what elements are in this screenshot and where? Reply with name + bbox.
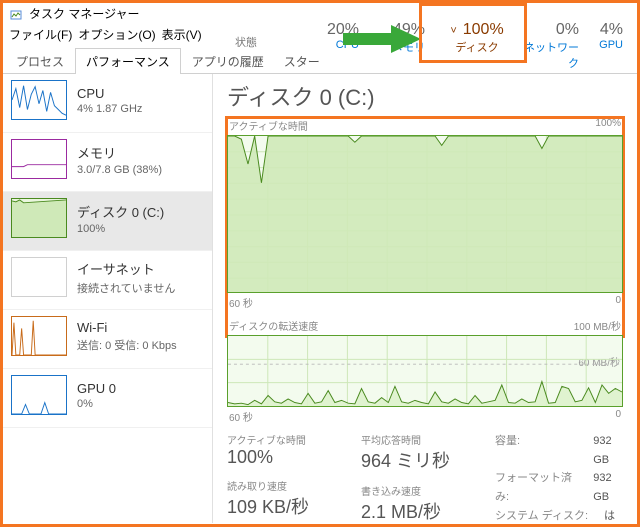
chart2-area: 60 MB/秒 <box>227 335 623 407</box>
stat-sysdisk-key: システム ディスク: <box>495 507 592 523</box>
chart2-right: 100 MB/秒 <box>574 318 621 333</box>
stat-formatted-val: 932 GB <box>593 469 625 506</box>
sidebar: CPU 4% 1.87 GHz メモリ 3.0/7.8 GB (38%) <box>3 74 213 523</box>
task-manager-window: タスク マネージャー ファイル(F) オプション(O) 表示(V) 状態 20%… <box>0 0 640 527</box>
gpu-thumb <box>11 375 67 415</box>
main-panel: ディスク 0 (C:) アクティブな時間 100% <box>213 74 637 523</box>
meter-disk-name: ディスク <box>433 39 521 55</box>
sidebar-item-memory[interactable]: メモリ 3.0/7.8 GB (38%) <box>3 133 212 192</box>
chart2-foot-left: 60 秒 <box>229 409 253 424</box>
app-icon <box>9 7 23 21</box>
stat-write-value: 2.1 MB/秒 <box>361 498 481 523</box>
main-heading: ディスク 0 (C:) <box>227 80 637 112</box>
sidebar-memory-sub: 3.0/7.8 GB (38%) <box>77 164 162 176</box>
stat-resp-label: 平均応答時間 <box>361 432 481 447</box>
stat-sysdisk-val: はい <box>604 507 625 523</box>
stat-active-value: 100% <box>227 447 347 468</box>
sidebar-wifi-title: Wi-Fi <box>77 320 177 335</box>
chart1-title: アクティブな時間 <box>229 118 308 133</box>
ethernet-thumb <box>11 257 67 297</box>
body: CPU 4% 1.87 GHz メモリ 3.0/7.8 GB (38%) <box>3 74 637 523</box>
stats-col-2: 平均応答時間 964 ミリ秒 書き込み速度 2.1 MB/秒 <box>361 432 481 523</box>
chart1-area <box>227 135 623 293</box>
sidebar-ethernet-title: イーサネット <box>77 259 175 278</box>
meter-network-pct: 0% <box>521 21 579 39</box>
tab-startup[interactable]: スター <box>275 48 329 74</box>
stat-active-label: アクティブな時間 <box>227 432 347 447</box>
sidebar-gpu-title: GPU 0 <box>77 381 116 396</box>
stat-write-label: 書き込み速度 <box>361 483 481 498</box>
sidebar-memory-title: メモリ <box>77 143 162 162</box>
sidebar-gpu-sub: 0% <box>77 398 116 410</box>
sidebar-disk-title: ディスク 0 (C:) <box>77 202 164 221</box>
meter-network[interactable]: 0% ネットワーク <box>521 21 587 71</box>
sidebar-disk-sub: 100% <box>77 223 164 235</box>
sidebar-cpu-title: CPU <box>77 86 142 101</box>
sidebar-item-ethernet[interactable]: イーサネット 接続されていません <box>3 251 212 310</box>
tab-performance[interactable]: パフォーマンス <box>75 48 181 74</box>
menu-file[interactable]: ファイル(F) <box>9 26 72 43</box>
stat-read-label: 読み取り速度 <box>227 478 347 493</box>
sidebar-wifi-sub: 送信: 0 受信: 0 Kbps <box>77 337 177 353</box>
stats: アクティブな時間 100% 読み取り速度 109 KB/秒 平均応答時間 964… <box>227 432 623 523</box>
meter-network-name: ネットワーク <box>521 39 579 71</box>
chart-transfer: ディスクの転送速度 100 MB/秒 60 MB/秒 <box>227 318 623 426</box>
sidebar-item-gpu[interactable]: GPU 0 0% <box>3 369 212 428</box>
wifi-thumb <box>11 316 67 356</box>
chevron-down-icon: ˅ <box>450 25 456 37</box>
cpu-thumb <box>11 80 67 120</box>
tab-app-history[interactable]: アプリの履歴 <box>183 48 273 74</box>
chart1-foot-right: 0 <box>615 295 621 310</box>
sidebar-cpu-sub: 4% 1.87 GHz <box>77 103 142 115</box>
sidebar-item-cpu[interactable]: CPU 4% 1.87 GHz <box>3 74 212 133</box>
meter-disk[interactable]: ˅ 100% ディスク <box>433 21 521 71</box>
stat-capacity-val: 932 GB <box>593 432 625 469</box>
sidebar-item-wifi[interactable]: Wi-Fi 送信: 0 受信: 0 Kbps <box>3 310 212 369</box>
meter-gpu[interactable]: 4% GPU <box>587 21 631 71</box>
sidebar-item-disk[interactable]: ディスク 0 (C:) 100% <box>3 192 212 251</box>
sidebar-ethernet-sub: 接続されていません <box>77 280 175 296</box>
chart2-title: ディスクの転送速度 <box>229 318 318 333</box>
stat-capacity-key: 容量: <box>495 432 581 469</box>
meter-disk-pct: 100% <box>463 21 504 39</box>
memory-thumb <box>11 139 67 179</box>
chart1-right: 100% <box>595 118 621 133</box>
tab-processes[interactable]: プロセス <box>7 48 73 74</box>
stats-col-3: 容量:932 GB フォーマット済み:932 GB システム ディスク:はい ペ… <box>495 432 625 523</box>
menu-options[interactable]: オプション(O) <box>78 26 155 43</box>
menu-view[interactable]: 表示(V) <box>162 26 202 43</box>
chart2-foot-right: 0 <box>615 409 621 424</box>
stat-resp-value: 964 ミリ秒 <box>361 447 481 473</box>
title-text: タスク マネージャー <box>29 5 140 22</box>
stats-col-1: アクティブな時間 100% 読み取り速度 109 KB/秒 <box>227 432 347 523</box>
stat-read-value: 109 KB/秒 <box>227 493 347 519</box>
disk-thumb <box>11 198 67 238</box>
chart-active-time: アクティブな時間 100% 60 秒 <box>227 118 623 312</box>
stat-formatted-key: フォーマット済み: <box>495 469 581 506</box>
meter-gpu-name: GPU <box>587 39 623 51</box>
arrow-icon <box>343 25 421 53</box>
meter-gpu-pct: 4% <box>587 21 623 39</box>
chart1-foot-left: 60 秒 <box>229 295 253 310</box>
